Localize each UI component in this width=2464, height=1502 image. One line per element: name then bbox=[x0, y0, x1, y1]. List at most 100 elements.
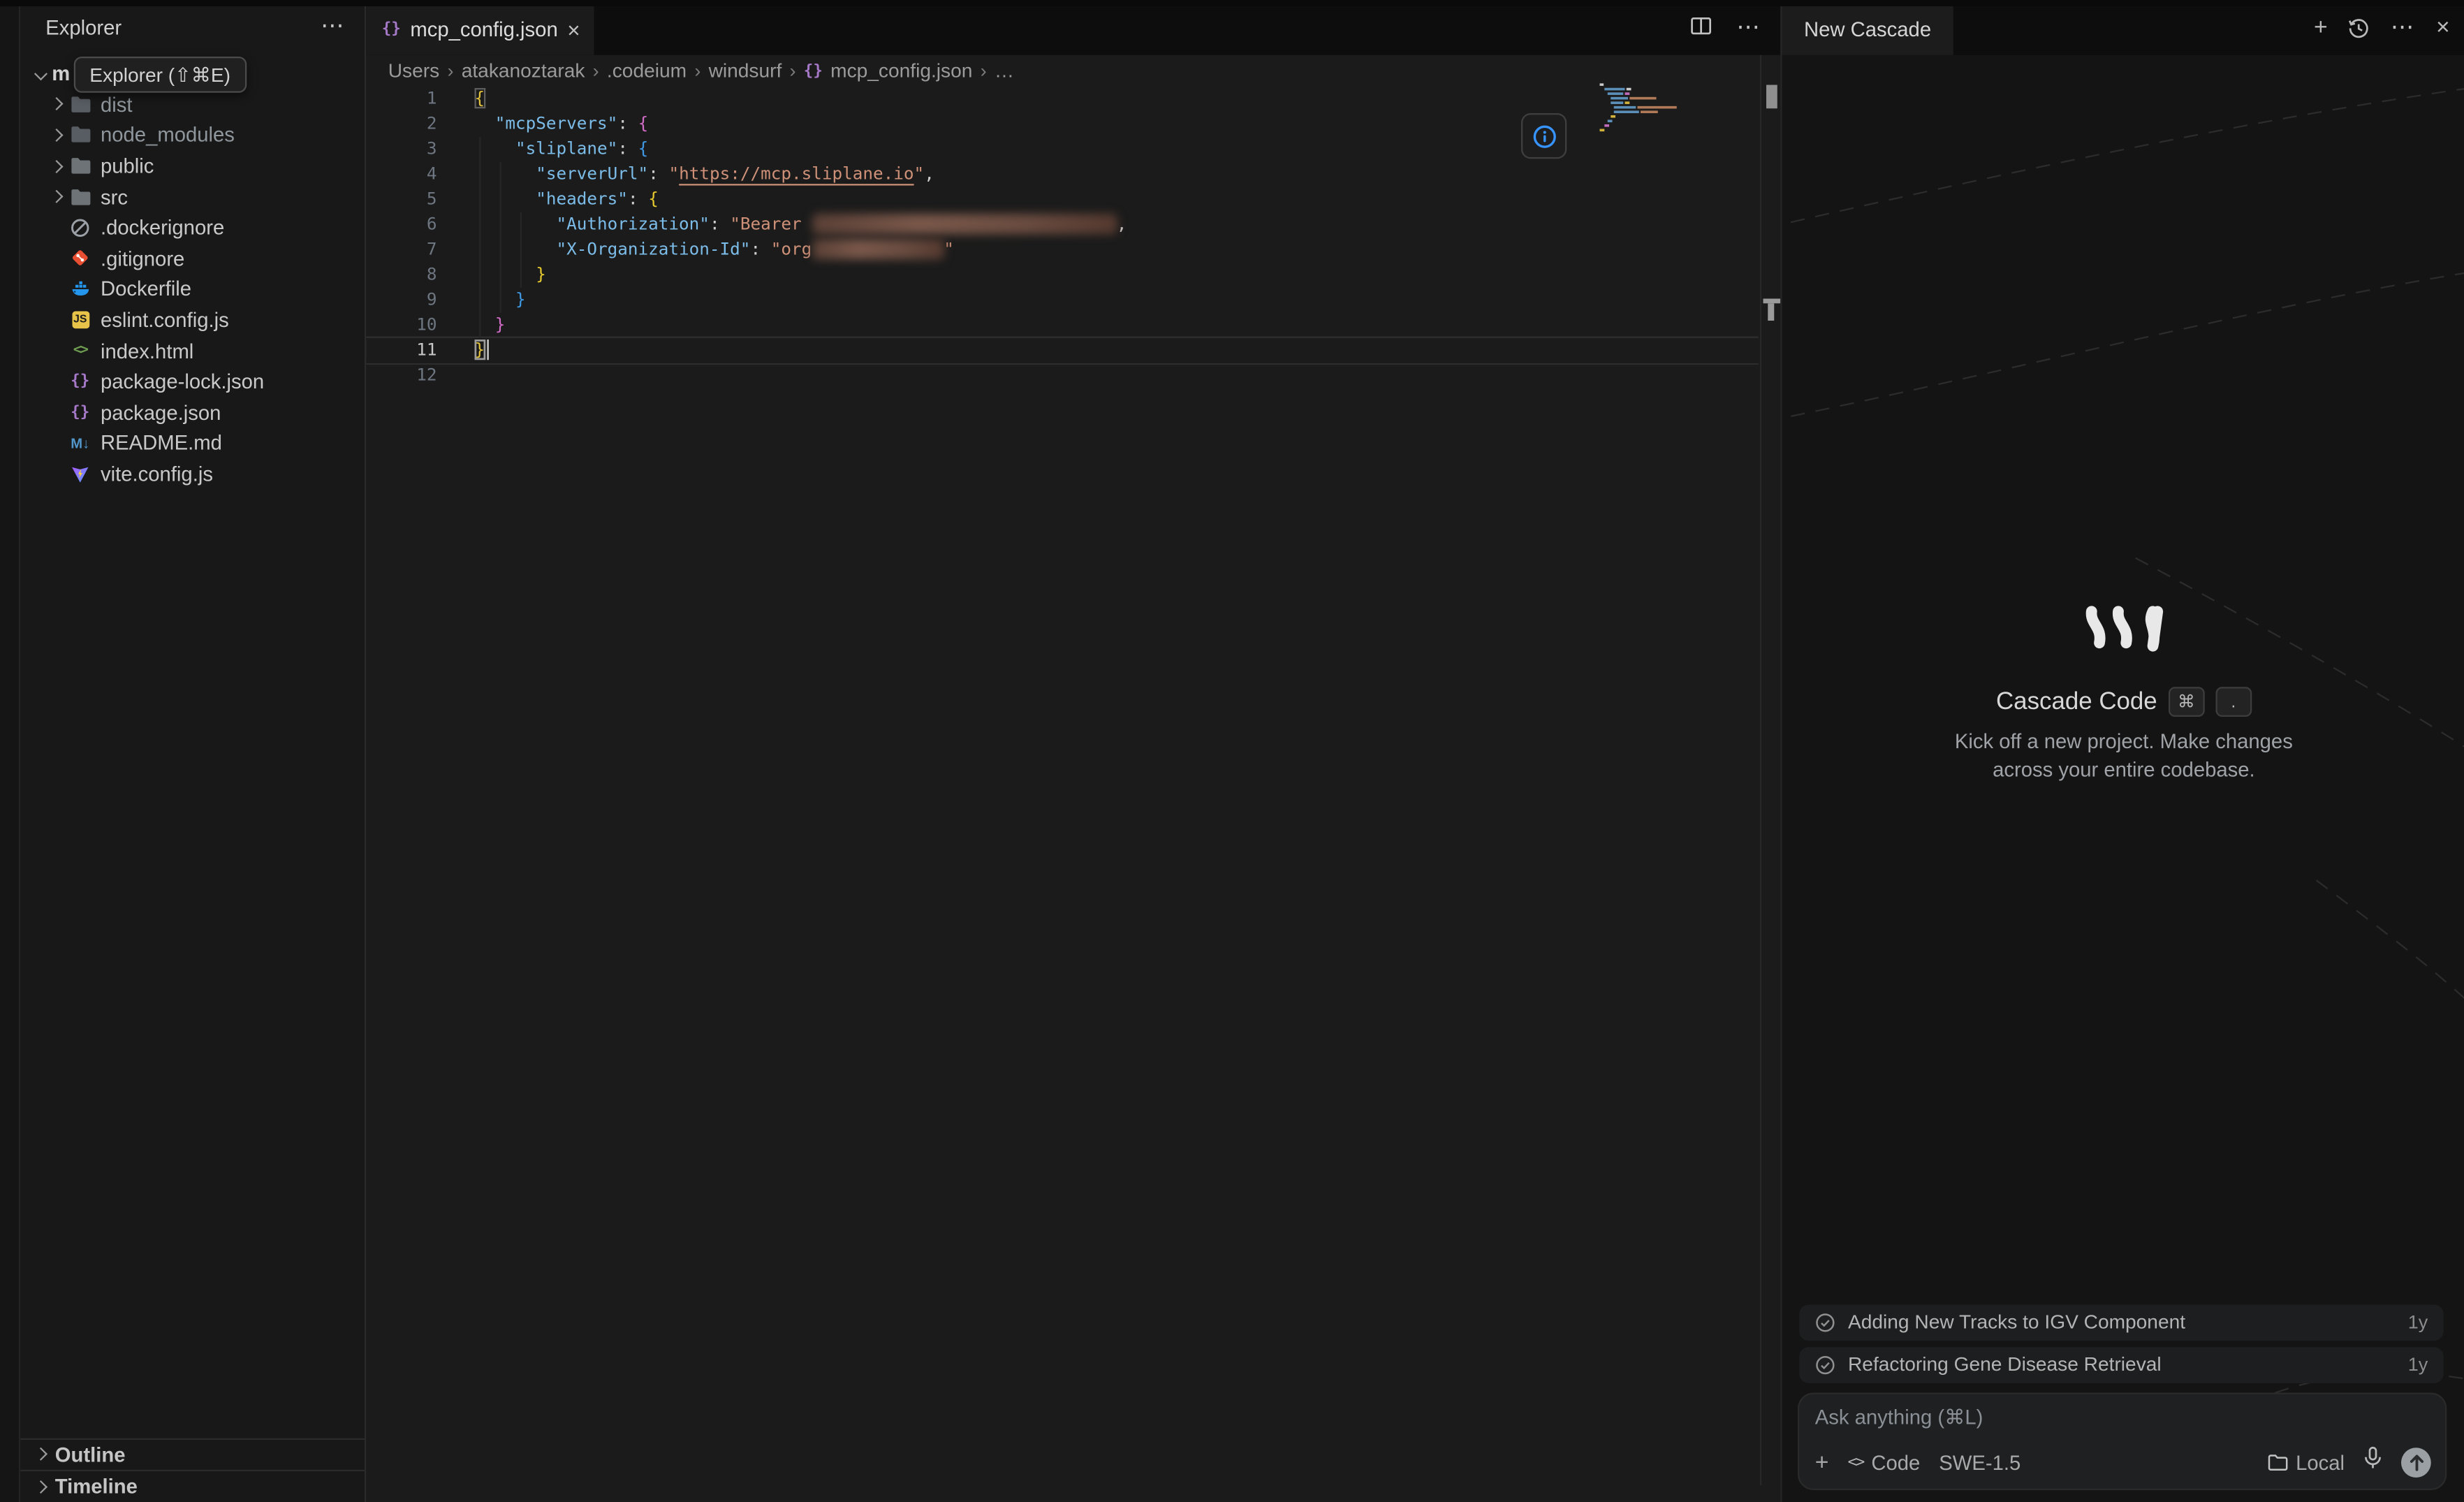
code-line-1[interactable]: 1{ bbox=[366, 87, 1759, 112]
cascade-subtitle: Kick off a new project. Make changes acr… bbox=[1782, 728, 2464, 783]
tree-item-readme[interactable]: M↓ README.md bbox=[20, 428, 365, 458]
send-button[interactable] bbox=[2401, 1447, 2431, 1477]
input-toolbar: + <> Code SWE-1.5 Local bbox=[1815, 1446, 2431, 1478]
code-line-5[interactable]: 5 "headers": { bbox=[366, 187, 1759, 212]
tree-item-gitignore[interactable]: .gitignore bbox=[20, 243, 365, 274]
input-placeholder: Ask anything (⌘L) bbox=[1815, 1406, 1983, 1431]
code-lines: 1{2 "mcpServers": {3 "sliplane": {4 "ser… bbox=[366, 87, 1780, 388]
close-panel-icon[interactable]: × bbox=[2436, 14, 2450, 41]
code-line-11[interactable]: 11} bbox=[366, 338, 1759, 363]
folder-icon bbox=[68, 126, 93, 144]
breadcrumb-item[interactable]: … bbox=[995, 60, 1014, 82]
indent-guide bbox=[520, 212, 522, 288]
panel-more-icon[interactable]: ⋯ bbox=[2391, 20, 2416, 36]
tree-item-label: public bbox=[101, 154, 154, 178]
editor-scrollbar[interactable] bbox=[1760, 55, 1780, 1485]
history-icon[interactable] bbox=[2348, 17, 2370, 39]
tree-item-package-lock[interactable]: {} package-lock.json bbox=[20, 366, 365, 397]
breadcrumb-item[interactable]: Users bbox=[388, 60, 439, 82]
timeline-section[interactable]: Timeline bbox=[20, 1470, 365, 1502]
context-label: Local bbox=[2296, 1450, 2345, 1474]
tree-item-label: Dockerfile bbox=[101, 277, 191, 301]
explorer-more-icon[interactable]: ⋯ bbox=[321, 19, 346, 35]
code-line-7[interactable]: 7 "X-Organization-Id": "org" bbox=[366, 238, 1759, 263]
code-line-10[interactable]: 10 } bbox=[366, 313, 1759, 338]
chevron-down-icon bbox=[30, 69, 52, 79]
indent-guide bbox=[479, 137, 481, 338]
git-icon bbox=[68, 249, 93, 268]
model-selector[interactable]: SWE-1.5 bbox=[1939, 1450, 2021, 1474]
tree-item-label: index.html bbox=[101, 339, 193, 363]
tree-item-eslint-config[interactable]: JS eslint.config.js bbox=[20, 305, 365, 335]
tree-item-label: src bbox=[101, 185, 128, 209]
mic-icon[interactable] bbox=[2363, 1446, 2382, 1478]
json-braces-icon: {} bbox=[804, 62, 823, 80]
chevron-right-icon bbox=[45, 100, 68, 110]
tree-item-dist[interactable]: dist bbox=[20, 89, 365, 119]
breadcrumb-item[interactable]: .codeium bbox=[607, 60, 687, 82]
breadcrumb-item[interactable]: mcp_config.json bbox=[830, 60, 972, 82]
tree-item-src[interactable]: src bbox=[20, 182, 365, 212]
cascade-input[interactable]: Ask anything (⌘L) + <> Code SWE-1.5 Loca… bbox=[1798, 1393, 2447, 1491]
breadcrumb: Users › atakanoztarak › .codeium › winds… bbox=[366, 55, 1780, 87]
history-item-time: 1y bbox=[2408, 1311, 2428, 1334]
tree-item-label: dist bbox=[101, 93, 133, 117]
windsurf-window: Explorer ⋯ m dist node_modules bbox=[0, 0, 2464, 1502]
tree-item-package-json[interactable]: {} package.json bbox=[20, 397, 365, 428]
root-folder-label: m bbox=[52, 61, 70, 85]
add-context-icon[interactable]: + bbox=[1815, 1448, 1829, 1475]
tree-item-dockerfile[interactable]: Dockerfile bbox=[20, 274, 365, 305]
chevron-right-icon bbox=[30, 1450, 52, 1459]
code-line-6[interactable]: 6 "Authorization": "Bearer , bbox=[366, 212, 1759, 238]
folder-icon bbox=[68, 96, 93, 113]
line-number: 1 bbox=[366, 87, 453, 112]
vite-icon bbox=[68, 465, 93, 483]
line-number: 8 bbox=[366, 263, 453, 288]
outline-section[interactable]: Outline bbox=[20, 1438, 365, 1470]
overview-ruler-mark bbox=[1768, 302, 1775, 320]
info-hover-button[interactable] bbox=[1521, 113, 1567, 159]
history-item-title: Adding New Tracks to IGV Component bbox=[1848, 1311, 2408, 1334]
cascade-tab-bar: New Cascade + ⋯ × bbox=[1782, 0, 2464, 55]
explorer-tooltip: Explorer (⇧⌘E) bbox=[74, 57, 247, 93]
mode-label: Code bbox=[1871, 1450, 1920, 1474]
code-line-4[interactable]: 4 "serverUrl": "https://mcp.sliplane.io"… bbox=[366, 162, 1759, 187]
new-conversation-icon[interactable]: + bbox=[2314, 14, 2328, 41]
editor-more-icon[interactable]: ⋯ bbox=[1736, 20, 1761, 36]
split-editor-icon[interactable] bbox=[1691, 13, 1711, 42]
tab-mcp-config-json[interactable]: {} mcp_config.json × bbox=[366, 0, 594, 55]
breadcrumb-item[interactable]: windsurf bbox=[709, 60, 782, 82]
context-selector[interactable]: Local bbox=[2268, 1450, 2345, 1474]
breadcrumb-item[interactable]: atakanoztarak bbox=[462, 60, 585, 82]
tree-item-label: README.md bbox=[101, 431, 222, 455]
code-line-8[interactable]: 8 } bbox=[366, 263, 1759, 288]
line-number: 2 bbox=[366, 112, 453, 137]
explorer-title: Explorer bbox=[45, 15, 122, 38]
file-tree: m dist node_modules bbox=[20, 58, 365, 489]
tree-item-dockerignore[interactable]: .dockerignore bbox=[20, 212, 365, 243]
code-line-9[interactable]: 9 } bbox=[366, 288, 1759, 313]
code-line-12[interactable]: 12 bbox=[366, 363, 1759, 388]
tab-label: mcp_config.json bbox=[410, 17, 557, 41]
tree-item-vite-config[interactable]: vite.config.js bbox=[20, 458, 365, 489]
close-tab-icon[interactable]: × bbox=[567, 18, 580, 41]
tab-new-cascade[interactable]: New Cascade bbox=[1782, 0, 1953, 55]
text-cursor bbox=[486, 339, 488, 359]
mode-selector[interactable]: <> Code bbox=[1847, 1450, 1920, 1474]
code-area[interactable]: 1{2 "mcpServers": {3 "sliplane": {4 "ser… bbox=[366, 87, 1780, 388]
kbd-period: . bbox=[2215, 687, 2252, 717]
window-top-edge bbox=[0, 0, 2464, 6]
history-item[interactable]: Refactoring Gene Disease Retrieval 1y bbox=[1799, 1347, 2444, 1383]
line-number: 4 bbox=[366, 162, 453, 187]
history-item[interactable]: Adding New Tracks to IGV Component 1y bbox=[1799, 1305, 2444, 1341]
tree-item-node-modules[interactable]: node_modules bbox=[20, 119, 365, 150]
redacted-secret bbox=[812, 214, 1117, 234]
minimap[interactable] bbox=[1600, 83, 1699, 143]
tree-item-index-html[interactable]: <> index.html bbox=[20, 335, 365, 366]
timeline-label: Timeline bbox=[55, 1475, 138, 1499]
cascade-hero: Cascade Code ⌘ . Kick off a new project.… bbox=[1782, 605, 2464, 782]
check-circle-icon bbox=[1815, 1355, 1835, 1375]
tree-item-public[interactable]: public bbox=[20, 151, 365, 182]
tree-item-label: eslint.config.js bbox=[101, 308, 229, 332]
scrollbar-thumb[interactable] bbox=[1766, 85, 1777, 109]
